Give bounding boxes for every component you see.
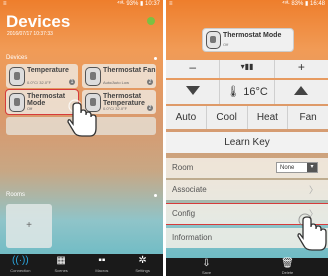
timestamp: 2016/07/17 10:37:33	[7, 31, 53, 37]
row-label: Config	[172, 209, 196, 218]
add-room-button[interactable]: +	[6, 204, 52, 248]
pointing-hand-icon	[297, 213, 327, 251]
mode-auto-button[interactable]: Auto	[166, 106, 207, 129]
minus-button[interactable]: –	[166, 60, 221, 78]
thermostat-icon	[206, 31, 221, 49]
temperature-display: 🌡 16°C	[220, 80, 275, 104]
tab-macros[interactable]: ▪▪ Macros	[87, 254, 117, 276]
device-badge: 2	[147, 105, 153, 111]
macros-icon: ▪▪	[98, 255, 106, 266]
device-badge: 1	[69, 79, 75, 85]
tab-scenes[interactable]: ▦ Scenes	[46, 254, 76, 276]
device-name: Temperature	[27, 67, 69, 74]
status-info: ⁴ˢᴵᴸ 83% ▮ 16:48	[281, 1, 325, 7]
device-status: 0.0°C/ 32.0°F	[103, 106, 128, 111]
control-top-row: – ▾▮▮ +	[166, 60, 328, 78]
temperature-value: 16°C	[243, 86, 268, 98]
rooms-section-label: Rooms	[6, 192, 26, 198]
status-bar: ≡ ⁴ˢᴵᴸ 83% ▮ 16:48	[166, 0, 328, 9]
arrow-down-icon	[185, 86, 200, 95]
devices-section-label: Devices	[6, 55, 28, 61]
room-select-value: None	[280, 165, 295, 171]
section-dot	[154, 194, 157, 197]
tab-label: Settings	[135, 268, 150, 273]
device-card-thermostat-fan[interactable]: Thermostat Fan Auto/Auto Low 2	[82, 64, 156, 88]
temperature-row: 🌡 16°C	[166, 80, 328, 104]
tab-connection[interactable]: ((·)) Connection	[5, 254, 35, 276]
thermostat-icon	[9, 93, 25, 112]
chevron-right-icon: 〉	[308, 185, 318, 195]
tab-label: Connection	[10, 268, 31, 273]
thermostat-icon	[9, 67, 25, 86]
save-button[interactable]: ⇩ Save	[187, 258, 227, 276]
trash-icon: 🗑	[281, 258, 294, 269]
device-status: Off	[27, 106, 33, 111]
menu-icon: ≡	[3, 1, 7, 7]
pointing-hand-icon	[67, 99, 97, 137]
menu-icon: ≡	[169, 1, 173, 7]
mode-fan-button[interactable]: Fan	[288, 106, 328, 129]
status-info: ⁴ˢᴵᴸ 93% ▮ 10:37	[116, 1, 160, 7]
page-title: Devices	[6, 12, 71, 31]
devices-screen: ≡ ⁴ˢᴵᴸ 93% ▮ 10:37 Devices 2016/07/17 10…	[0, 0, 163, 276]
device-status: Off	[223, 42, 229, 47]
delete-button[interactable]: 🗑 Delete	[268, 258, 308, 276]
device-status: 0.0°C/ 32.0°F	[27, 80, 52, 85]
thermometer-icon: 🌡	[226, 86, 241, 98]
button-label: Save	[201, 270, 212, 275]
mode-cool-button[interactable]: Cool	[206, 106, 248, 129]
temp-up-button[interactable]	[274, 80, 328, 104]
tab-label: Macros	[95, 268, 109, 273]
mode-row: Auto Cool Heat Fan	[166, 106, 328, 129]
device-name: Thermostat Mode	[223, 32, 282, 39]
temp-down-button[interactable]	[166, 80, 221, 104]
connection-status-dot	[147, 17, 155, 25]
section-dot	[154, 57, 157, 60]
tab-settings[interactable]: ✲ Settings	[128, 254, 158, 276]
bottom-action-bar: ⇩ Save 🗑 Delete	[166, 258, 328, 276]
room-row: Room None ▾	[166, 158, 328, 178]
device-header-popup: Thermostat Mode Off	[202, 28, 294, 52]
status-bar: ≡ ⁴ˢᴵᴸ 93% ▮ 10:37	[0, 0, 163, 9]
mode-heat-button[interactable]: Heat	[247, 106, 289, 129]
device-detail-screen: ≡ ⁴ˢᴵᴸ 83% ▮ 16:48 Thermostat Mode Off –…	[166, 0, 328, 276]
row-label: Associate	[172, 185, 207, 194]
arrow-up-icon	[294, 86, 309, 95]
bottom-tab-bar: ((·)) Connection ▦ Scenes ▪▪ Macros ✲ Se…	[0, 254, 163, 276]
gear-icon: ✲	[138, 255, 147, 266]
device-badge: 2	[147, 79, 153, 85]
fan-icon[interactable]: ▾▮▮	[220, 60, 275, 78]
tab-label: Scenes	[54, 268, 68, 273]
download-icon: ⇩	[202, 258, 211, 269]
device-card-temperature[interactable]: Temperature 0.0°C/ 32.0°F 1	[6, 64, 78, 88]
scenes-icon: ▦	[56, 255, 66, 266]
button-label: Delete	[281, 270, 294, 275]
connection-icon: ((·))	[12, 255, 29, 266]
device-name: Thermostat Fan	[103, 67, 156, 74]
room-label: Room	[172, 163, 194, 172]
learn-key-button[interactable]: Learn Key	[166, 132, 328, 153]
row-label: Information	[172, 233, 213, 242]
device-status: Auto/Auto Low	[103, 80, 130, 85]
thermostat-icon	[85, 67, 101, 86]
associate-row[interactable]: Associate 〉	[166, 180, 328, 200]
chevron-down-icon: ▾	[307, 163, 317, 172]
plus-button[interactable]: +	[274, 60, 328, 78]
room-select[interactable]: None ▾	[276, 162, 318, 173]
